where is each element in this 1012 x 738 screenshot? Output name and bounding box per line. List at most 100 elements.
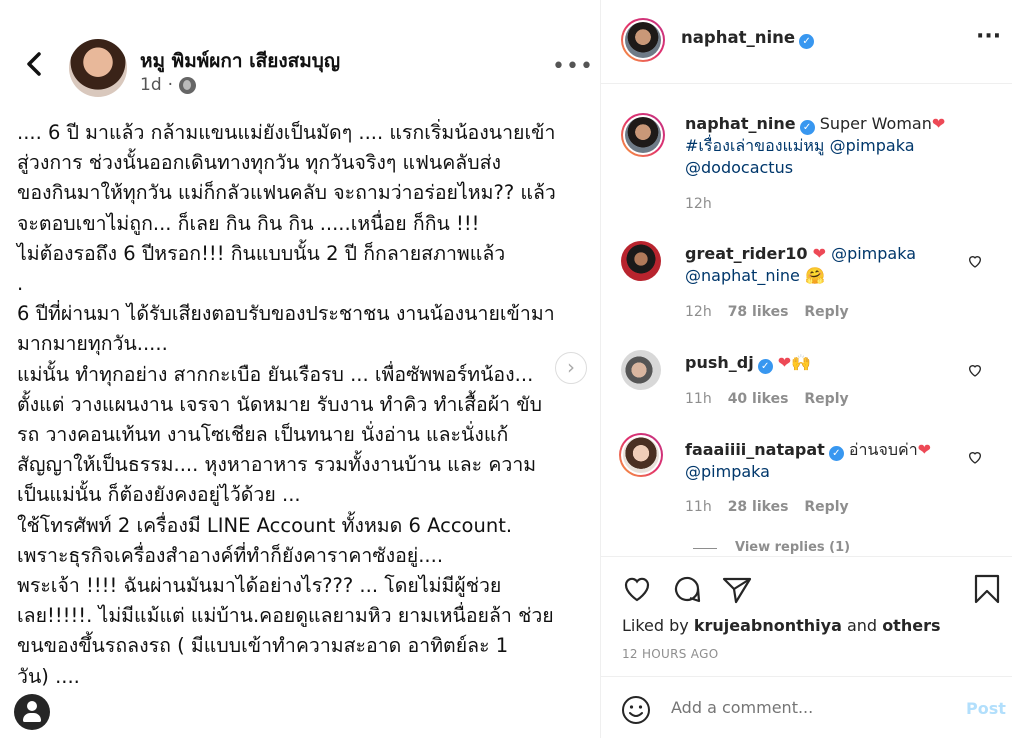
add-comment-bar: Post	[601, 676, 1012, 738]
reply-button[interactable]: Reply	[804, 391, 848, 407]
liked-by-prefix: Liked by	[622, 616, 689, 635]
commenter-avatar[interactable]	[619, 433, 663, 477]
reply-button[interactable]: Reply	[804, 499, 848, 515]
share-paper-plane-icon[interactable]	[721, 573, 753, 605]
globe-icon	[179, 76, 197, 94]
red-heart-icon: ❤	[777, 353, 792, 372]
mention-link[interactable]: @pimpaka	[831, 244, 916, 263]
comment-likes[interactable]: 28 likes	[728, 499, 789, 515]
mention-link[interactable]: @pimpaka	[685, 462, 770, 481]
caption-body: Super Woman	[819, 114, 932, 133]
caption-avatar[interactable]	[621, 113, 665, 157]
caption-meta: 12h	[685, 196, 712, 212]
add-comment-input[interactable]	[671, 698, 921, 717]
post-line: .... 6 ปี มาแล้ว กล้ามแขนแม่ยังเป็นมัดๆ …	[17, 121, 556, 144]
liked-by-others[interactable]: others	[882, 616, 940, 635]
liked-by-and: and	[846, 616, 878, 635]
separator-dot: ·	[167, 75, 174, 95]
comment-meta: 12h 78 likes Reply	[685, 304, 849, 320]
comment-meta: 11h 28 likes Reply	[685, 499, 849, 515]
next-image-button[interactable]: ›	[555, 352, 587, 384]
emoji-smile-icon[interactable]	[621, 695, 651, 725]
mention-link[interactable]: @pimpaka	[830, 136, 915, 155]
commenter-avatar[interactable]	[621, 350, 661, 390]
view-replies-button[interactable]: View replies (1)	[692, 540, 850, 555]
verified-icon: ✓	[757, 359, 773, 374]
verified-icon: ✓	[799, 120, 815, 135]
posted-time: 12 HOURS AGO	[622, 647, 719, 661]
post-sidebar: naphat_nine ✓ ··· naphat_nine ✓ Super Woma…	[600, 0, 1012, 738]
post-line: .	[17, 272, 24, 296]
post-line: จะตอบเขาไม่ถูก... ก็เลย กิน กิน กิน ....…	[17, 211, 480, 235]
post-line: ของกินมาให้ทุกวัน แม่ก็กลัวแฟนคลับ จะถาม…	[17, 181, 556, 205]
back-arrow-icon[interactable]	[22, 50, 48, 78]
post-line: มากมายทุกวัน.....	[17, 332, 168, 356]
like-heart-icon[interactable]	[967, 362, 983, 378]
author-name: หมู พิมพ์ผกา เสียงสมบุญ	[140, 50, 341, 72]
raised-hands-icon: 🙌	[791, 353, 812, 372]
more-options-icon: •••	[552, 54, 594, 79]
post-line: ใช้โทรศัพท์ 2 เครื่องมี LINE Account ทั้…	[17, 513, 513, 537]
comment-time: 12h	[685, 304, 712, 320]
comment-text: great_rider10 ❤ @pimpaka @naphat_nine 🤗	[685, 243, 955, 287]
post-line: แม่นั้น ทำทุกอย่าง สากกะเบือ ยันเรือรบ .…	[17, 362, 534, 386]
mention-link[interactable]: @dodocactus	[685, 158, 793, 177]
red-heart-icon: ❤	[812, 244, 826, 263]
post-line: เลย!!!!!. ไม่มีแม้แต่ แม่บ้าน.คอยดูแลยาม…	[17, 604, 554, 628]
post-line: สู่วงการ ช่วงนั้นออกเดินทางทุกวัน ทุกวัน…	[17, 151, 502, 175]
like-heart-icon[interactable]	[621, 573, 653, 605]
hashtag-link[interactable]: #เรื่องเล่าของแม่หมู	[685, 136, 824, 155]
comment-meta: 11h 40 likes Reply	[685, 391, 849, 407]
like-heart-icon[interactable]	[967, 449, 983, 465]
post-header: naphat_nine ✓ ···	[601, 0, 1012, 84]
comment-text: faaaiiii_natapat ✓ อ่านจบค่า❤ @pimpaka	[685, 439, 955, 483]
liked-by-user[interactable]: krujeabnonthiya	[694, 616, 842, 635]
post-line: วัน) ....	[17, 664, 80, 688]
post-line: เพราะธุรกิจเครื่องสำอางค์ที่ทำก็ยังคาราค…	[17, 543, 444, 567]
comment-body: อ่านจบค่า	[848, 440, 918, 459]
comments-list: naphat_nine ✓ Super Woman❤ #เรื่องเล่าของ…	[601, 85, 1012, 555]
red-heart-icon: ❤	[931, 114, 946, 133]
person-icon[interactable]	[14, 694, 50, 730]
header-avatar[interactable]	[621, 18, 665, 62]
comment-icon[interactable]	[671, 573, 703, 605]
post-actions: Liked by krujeabnonthiya and others 12 H…	[601, 556, 1012, 676]
post-line: ไม่ต้องรอถึง 6 ปีหรอก!!! กินแบบนั้น 2 ปี…	[17, 241, 506, 265]
header-username-row: naphat_nine ✓	[681, 28, 815, 49]
more-options-icon[interactable]: ···	[976, 24, 1001, 49]
comment-time: 11h	[685, 499, 712, 515]
post-body: .... 6 ปี มาแล้ว กล้ามแขนแม่ยังเป็นมัดๆ …	[17, 118, 587, 692]
header-username[interactable]: naphat_nine	[681, 28, 795, 47]
comment-username[interactable]: faaaiiii_natapat	[685, 440, 825, 459]
post-line: ขนของขึ้นรถลงรถ ( มีแบบเข้าทำความสะอาด อ…	[17, 634, 509, 658]
post-line: รถ วางคอนเท้นท งานโซเชียล เป็นทนาย นั่งอ…	[17, 423, 509, 447]
red-heart-icon: ❤	[917, 440, 932, 459]
author-avatar	[69, 39, 127, 97]
commenter-avatar[interactable]	[621, 241, 661, 281]
comment-text: push_dj ✓ ❤🙌	[685, 352, 955, 374]
post-line: สัญญาให้เป็นธรรม.... หุงหาอาหาร รวมทั้งง…	[17, 453, 537, 477]
post-comment-button[interactable]: Post	[966, 699, 1006, 718]
caption-time: 12h	[685, 196, 712, 212]
bookmark-icon[interactable]	[971, 573, 1003, 605]
caption-username[interactable]: naphat_nine	[685, 114, 796, 133]
hug-emoji-icon: 🤗	[804, 266, 825, 285]
post-line: ตั้งแต่ วางแผนงาน เจรจา นัดหมาย รับงาน ท…	[17, 392, 542, 416]
post-time: 1d ·	[140, 75, 197, 95]
post-time-label: 1d	[140, 75, 162, 95]
reply-button[interactable]: Reply	[804, 304, 848, 320]
comment-username[interactable]: push_dj	[685, 353, 754, 372]
post-line: พระเจ้า !!!! ฉันผ่านมันมาได้อย่างไร??? .…	[17, 574, 502, 598]
verified-icon: ✓	[828, 446, 844, 461]
comment-username[interactable]: great_rider10	[685, 244, 807, 263]
mention-link[interactable]: @naphat_nine	[685, 266, 800, 285]
comment-likes[interactable]: 78 likes	[728, 304, 789, 320]
post-image: หมู พิมพ์ผกา เสียงสมบุญ 1d · ••• .... 6 …	[0, 0, 600, 738]
comment-time: 11h	[685, 391, 712, 407]
like-heart-icon[interactable]	[967, 253, 983, 269]
liked-by-text: Liked by krujeabnonthiya and others	[622, 616, 940, 635]
caption-text: naphat_nine ✓ Super Woman❤ #เรื่องเล่าของ…	[685, 113, 985, 179]
post-line: เป็นแม่นั้น ก็ต้องยังคงอยู่ไว้ด้วย ...	[17, 483, 301, 507]
comment-likes[interactable]: 40 likes	[728, 391, 789, 407]
verified-icon: ✓	[799, 34, 815, 49]
